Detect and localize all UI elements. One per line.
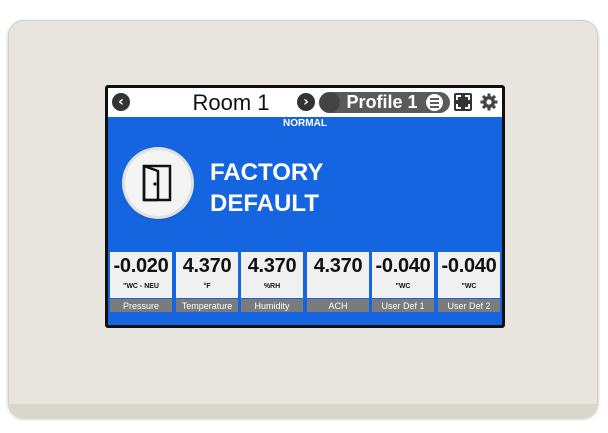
tile-unit: "WC: [395, 283, 411, 290]
mode-title-line1: FACTORY: [210, 159, 324, 186]
chevron-left-icon[interactable]: ‹: [112, 93, 130, 111]
touch-screen: ‹ Room 1 › Profile 1 NORMAL FACTORY DEFA…: [105, 85, 505, 328]
tile-ach[interactable]: 4.370 ACH: [307, 252, 369, 312]
tile-label: User Def 2: [438, 298, 500, 312]
tile-value: 4.370: [247, 255, 297, 277]
tile-label: User Def 1: [372, 298, 434, 312]
tile-value-area: 4.370 °F: [176, 252, 238, 298]
tile-label: Humidity: [241, 298, 303, 312]
tile-value-area: -0.040 "WC: [438, 252, 500, 298]
tile-value-area: -0.020 "WC - NEU: [110, 252, 172, 298]
room-title: Room 1: [192, 90, 270, 115]
tile-temperature[interactable]: 4.370 °F Temperature: [176, 252, 238, 312]
device-bezel-edge: [8, 404, 598, 418]
sensor-tiles: -0.020 "WC - NEU Pressure 4.370 °F Tempe…: [110, 252, 500, 312]
main-panel: NORMAL FACTORY DEFAULT -0.020 "WC - NEU …: [108, 117, 502, 325]
tile-user-def-1[interactable]: -0.040 "WC User Def 1: [372, 252, 434, 312]
fullscreen-icon[interactable]: [454, 93, 472, 111]
gear-icon[interactable]: [479, 92, 499, 112]
tile-humidity[interactable]: 4.370 %RH Humidity: [241, 252, 303, 312]
tile-pressure[interactable]: -0.020 "WC - NEU Pressure: [110, 252, 172, 312]
top-bar: ‹ Room 1 › Profile 1: [108, 88, 502, 117]
tile-label: Temperature: [176, 298, 238, 312]
tile-label: ACH: [307, 298, 369, 312]
profile-selector[interactable]: Profile 1: [319, 92, 450, 113]
tile-unit: "WC - NEU: [123, 283, 159, 290]
tile-unit: "WC: [461, 283, 477, 290]
tile-value-area: 4.370 %RH: [241, 252, 303, 298]
door-icon: [142, 164, 172, 202]
tile-value: 4.370: [182, 255, 232, 277]
menu-icon[interactable]: [426, 94, 443, 111]
tile-value: 4.370: [313, 255, 363, 277]
tile-value-area: 4.370: [307, 252, 369, 298]
tile-value: -0.020: [113, 255, 169, 277]
tile-unit: °F: [203, 283, 211, 290]
tile-unit: %RH: [263, 283, 281, 290]
tile-value: -0.040: [441, 255, 497, 277]
chevron-right-icon[interactable]: ›: [297, 93, 315, 111]
tile-value-area: -0.040 "WC: [372, 252, 434, 298]
tile-user-def-2[interactable]: -0.040 "WC User Def 2: [438, 252, 500, 312]
mode-title-line2: DEFAULT: [210, 190, 319, 217]
profile-title: Profile 1: [346, 92, 418, 112]
mode-button[interactable]: [125, 150, 191, 216]
profile-pill-cap: [319, 92, 340, 113]
status-text: NORMAL: [283, 118, 327, 129]
tile-label: Pressure: [110, 298, 172, 312]
tile-value: -0.040: [375, 255, 431, 277]
